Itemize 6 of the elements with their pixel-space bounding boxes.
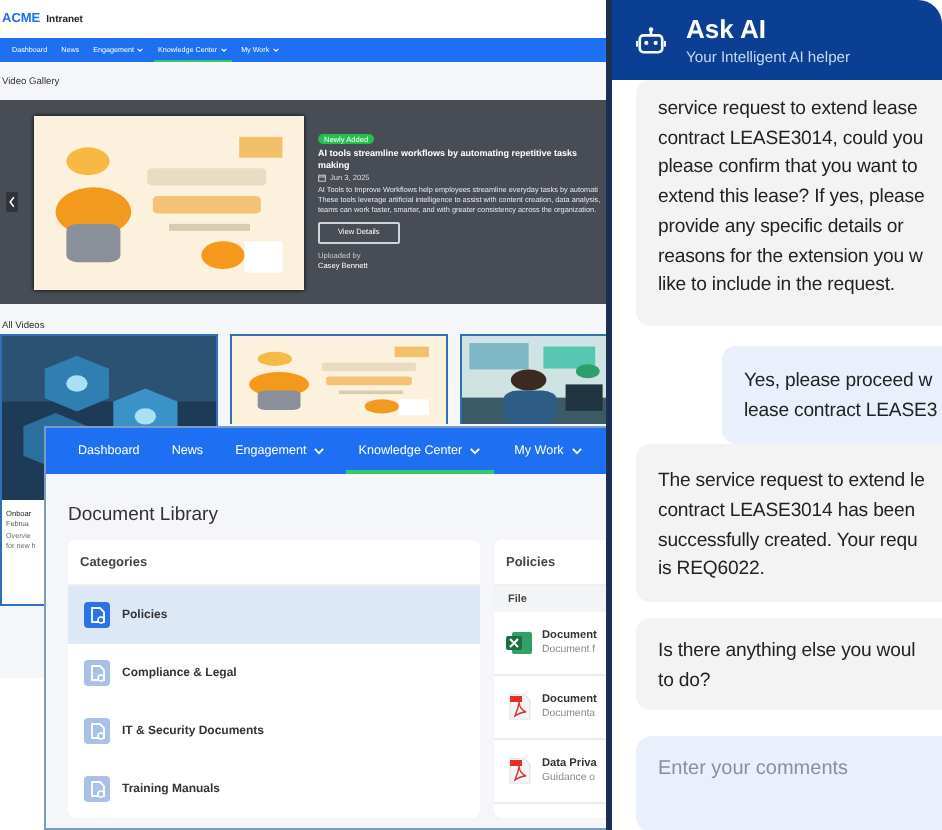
page-title: Document Library bbox=[66, 502, 220, 530]
user-message: Yes, please proceed w lease contract LEASE3 bbox=[722, 345, 942, 445]
chat-title: Ask AI bbox=[686, 14, 768, 44]
assistant-message: service request to extend lease contract LEASE3014, could you please confirm that you want to extend this lease? If yes, please provide any specific details or reasons for the extension you w like to include in the request. bbox=[636, 80, 942, 326]
assistant-message: The service request to extend le contract LEASE3014 has been successfully created. Your requ is REQ6022. bbox=[636, 444, 942, 603]
assistant-message: Is there anything else you woul to do? bbox=[636, 618, 942, 710]
